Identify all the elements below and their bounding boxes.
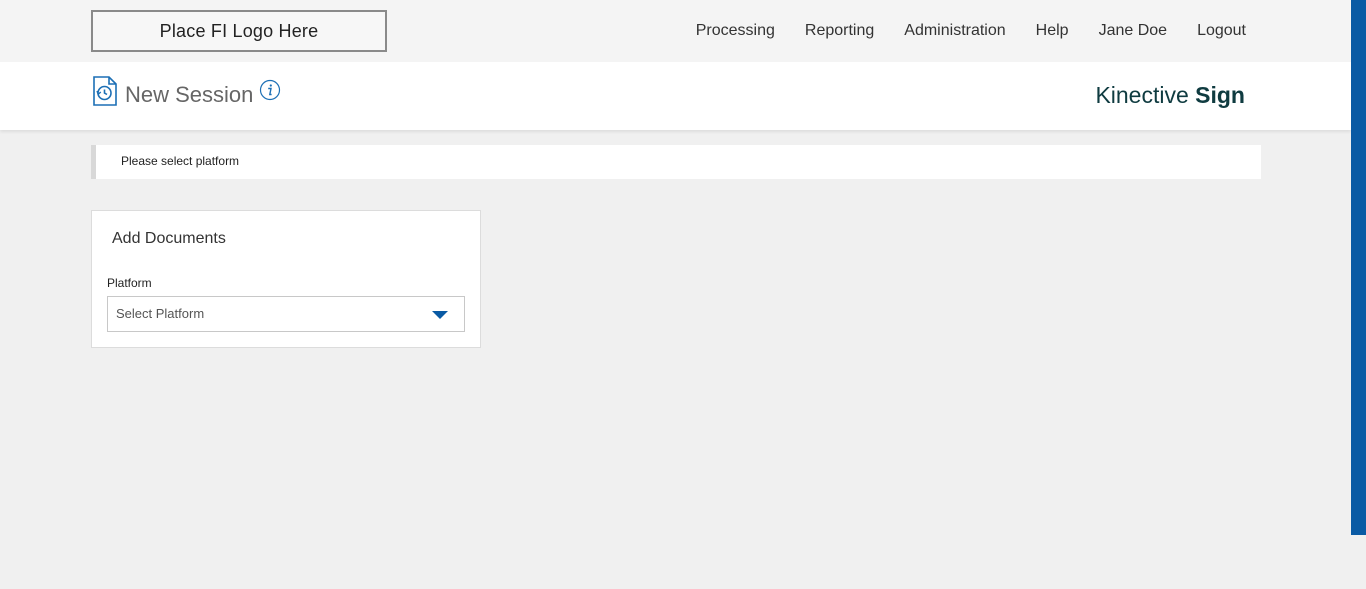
- brand-bold-text: Sign: [1195, 82, 1245, 108]
- vertical-scrollbar[interactable]: [1351, 0, 1366, 535]
- page-header: New Session Kinective Sign: [0, 62, 1351, 130]
- platform-label: Platform: [107, 276, 152, 290]
- page-title: New Session: [125, 82, 254, 107]
- nav-user-name[interactable]: Jane Doe: [1099, 22, 1168, 40]
- page: Place FI Logo Here Processing Reporting …: [0, 0, 1366, 589]
- document-history-icon: [93, 76, 117, 106]
- main-nav: Processing Reporting Administration Help…: [696, 22, 1246, 40]
- kinective-sign-brand: Kinective Sign: [1095, 82, 1245, 109]
- info-icon[interactable]: [259, 79, 281, 101]
- nav-help[interactable]: Help: [1036, 22, 1069, 40]
- brand-light-text: Kinective: [1095, 82, 1189, 108]
- chevron-down-icon: [432, 311, 448, 319]
- platform-select[interactable]: Select Platform: [107, 296, 465, 332]
- platform-select-value: Select Platform: [116, 306, 205, 321]
- alert-message: Please select platform: [91, 145, 1261, 179]
- top-nav-bar: Place FI Logo Here Processing Reporting …: [0, 0, 1351, 62]
- nav-processing[interactable]: Processing: [696, 22, 775, 40]
- nav-administration[interactable]: Administration: [904, 22, 1005, 40]
- card-title: Add Documents: [112, 230, 226, 247]
- nav-reporting[interactable]: Reporting: [805, 22, 874, 40]
- fi-logo-placeholder[interactable]: Place FI Logo Here: [91, 10, 387, 52]
- nav-logout[interactable]: Logout: [1197, 22, 1246, 40]
- add-documents-card: Add Documents Platform Select Platform: [91, 210, 481, 348]
